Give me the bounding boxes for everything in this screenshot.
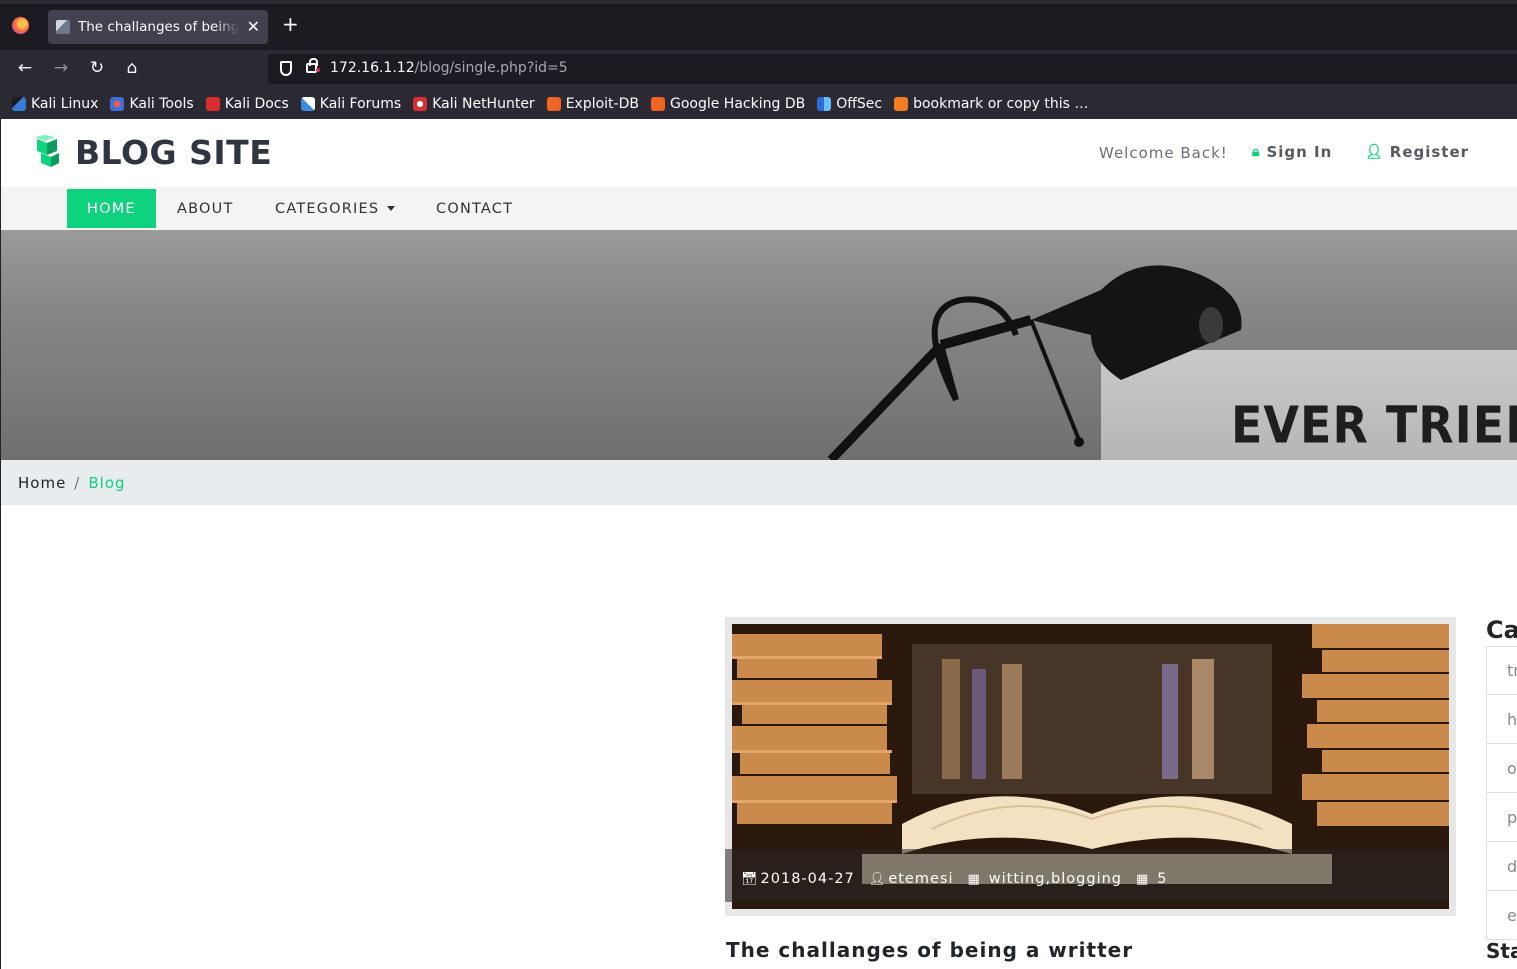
tab-favicon-icon (56, 20, 70, 34)
offsec-icon (817, 96, 832, 111)
bookmark-label: Kali Tools (129, 95, 194, 112)
hero-sign-text: EVER TRIED. (1231, 395, 1517, 455)
reload-icon[interactable]: ↻ (87, 58, 107, 78)
bookmark-label: bookmark or copy this … (913, 95, 1089, 112)
nav-categories[interactable]: CATEGORIES (255, 189, 415, 228)
category-item[interactable]: h (1486, 695, 1517, 744)
browser-tab-bar: The challanges of being a writter ✕ + (0, 0, 1517, 50)
close-tab-icon[interactable]: ✕ (247, 19, 260, 35)
stats-heading: Sta (1486, 939, 1517, 963)
tab-bar-top-strip (0, 0, 1517, 4)
categories-list: tr h o p d e (1486, 646, 1517, 940)
web-page: BLOG SITE Welcome Back! 🔒︎ Sign In 👤︎ Re… (0, 119, 1517, 969)
url-host: 172.16.1.12 (330, 60, 415, 76)
url-path: /blog/single.php?id=5 (414, 60, 568, 76)
kali-tools-icon (110, 96, 125, 111)
bookmark-icon (894, 96, 909, 111)
bookmark-label: Kali Docs (224, 95, 289, 112)
post-comment-count: 5 (1157, 871, 1168, 887)
sign-in-label: Sign In (1266, 143, 1333, 161)
caret-down-icon (387, 206, 396, 211)
nav-contact[interactable]: CONTACT (416, 189, 533, 228)
kali-forums-icon (300, 96, 315, 111)
kali-icon (12, 96, 26, 111)
site-header: BLOG SITE Welcome Back! 🔒︎ Sign In 👤︎ Re… (1, 119, 1517, 187)
category-item[interactable]: e (1486, 891, 1517, 940)
bookmarks-toolbar: Kali Linux Kali Tools Kali Docs Kali For… (0, 88, 1517, 119)
tab-title: The challanges of being a writter (78, 19, 239, 35)
post-author[interactable]: etemesi (888, 871, 953, 887)
desk-lamp-image (827, 265, 1242, 460)
user-icon: 👤︎ (868, 871, 887, 887)
home-icon[interactable]: ⌂ (122, 58, 142, 78)
register-link[interactable]: 👤︎ Register (1365, 143, 1469, 161)
nav-about[interactable]: ABOUT (157, 189, 254, 228)
bookmark-label: Kali NetHunter (432, 95, 535, 112)
kali-docs-icon (205, 96, 220, 111)
breadcrumb-home[interactable]: Home (18, 474, 66, 492)
tag-icon: ▦ (967, 871, 981, 887)
comments-icon: ▦ (1136, 871, 1150, 887)
post-tags[interactable]: witting,blogging (989, 871, 1122, 887)
categories-heading: Ca (1486, 616, 1517, 644)
post-meta: 📅︎ 2018-04-27 👤︎ etemesi ▦ witting,blogg… (741, 871, 1168, 887)
main-navigation: HOME ABOUT CATEGORIES CONTACT (1, 187, 1517, 230)
nethunter-icon (413, 96, 428, 111)
url-text[interactable]: 172.16.1.12/blog/single.php?id=5 (330, 60, 568, 76)
bookmark-kali-docs[interactable]: Kali Docs (205, 95, 289, 112)
bookmark-copy-this[interactable]: bookmark or copy this … (894, 96, 1088, 112)
bookmark-label: Kali Forums (319, 95, 402, 112)
bookmark-label: Google Hacking DB (669, 95, 806, 112)
bookmark-label: OffSec (836, 95, 883, 112)
bookmark-kali-nethunter[interactable]: Kali NetHunter (413, 95, 535, 112)
bookmark-kali-tools[interactable]: Kali Tools (110, 95, 194, 112)
bookmark-offsec[interactable]: OffSec (817, 96, 882, 112)
welcome-text: Welcome Back! (1099, 144, 1228, 162)
exploit-db-icon (546, 96, 561, 111)
bookmark-kali-linux[interactable]: Kali Linux (12, 96, 98, 112)
post-date: 2018-04-27 (760, 871, 855, 887)
sign-in-link[interactable]: 🔒︎ Sign In (1252, 143, 1332, 161)
tracking-protection-icon[interactable] (280, 61, 292, 76)
category-item[interactable]: p (1486, 793, 1517, 842)
hero-banner: EVER TRIED. (1, 230, 1517, 460)
bookmark-exploit-db[interactable]: Exploit-DB (546, 95, 639, 112)
insecure-lock-icon[interactable] (306, 58, 320, 73)
site-logo-icon[interactable] (33, 135, 63, 169)
ghdb-icon (650, 96, 665, 111)
forward-icon[interactable]: → (51, 58, 71, 78)
site-title[interactable]: BLOG SITE (75, 133, 272, 172)
new-tab-icon[interactable]: + (282, 14, 299, 34)
nav-categories-label: CATEGORIES (275, 200, 380, 217)
back-icon[interactable]: ← (15, 58, 35, 78)
browser-tab[interactable]: The challanges of being a writter ✕ (48, 10, 268, 44)
browser-toolbar: ← → ↻ ⌂ 172.16.1.12/blog/single.php?id=5 (0, 50, 1517, 88)
bookmark-label: Kali Linux (31, 95, 99, 112)
lock-icon: 🔒︎ (1252, 144, 1261, 160)
bookmark-kali-forums[interactable]: Kali Forums (300, 95, 402, 112)
user-icon: 👤︎ (1365, 144, 1384, 160)
breadcrumb: Home / Blog (1, 460, 1517, 505)
bookmark-google-hacking-db[interactable]: Google Hacking DB (650, 95, 806, 112)
category-item[interactable]: o (1486, 744, 1517, 793)
post-title: The challanges of being a writter (726, 938, 1134, 962)
firefox-menu-icon[interactable] (12, 17, 29, 34)
category-item[interactable]: tr (1486, 646, 1517, 695)
register-label: Register (1389, 143, 1470, 161)
post-card: 📅︎ 2018-04-27 👤︎ etemesi ▦ witting,blogg… (725, 617, 1456, 916)
address-bar[interactable]: 172.16.1.12/blog/single.php?id=5 (268, 54, 1517, 84)
bookmark-label: Exploit-DB (565, 95, 639, 112)
category-item[interactable]: d (1486, 842, 1517, 891)
breadcrumb-current: Blog (88, 473, 126, 492)
calendar-icon: 📅︎ (741, 871, 759, 887)
breadcrumb-separator: / (74, 473, 81, 492)
nav-home[interactable]: HOME (67, 189, 156, 228)
